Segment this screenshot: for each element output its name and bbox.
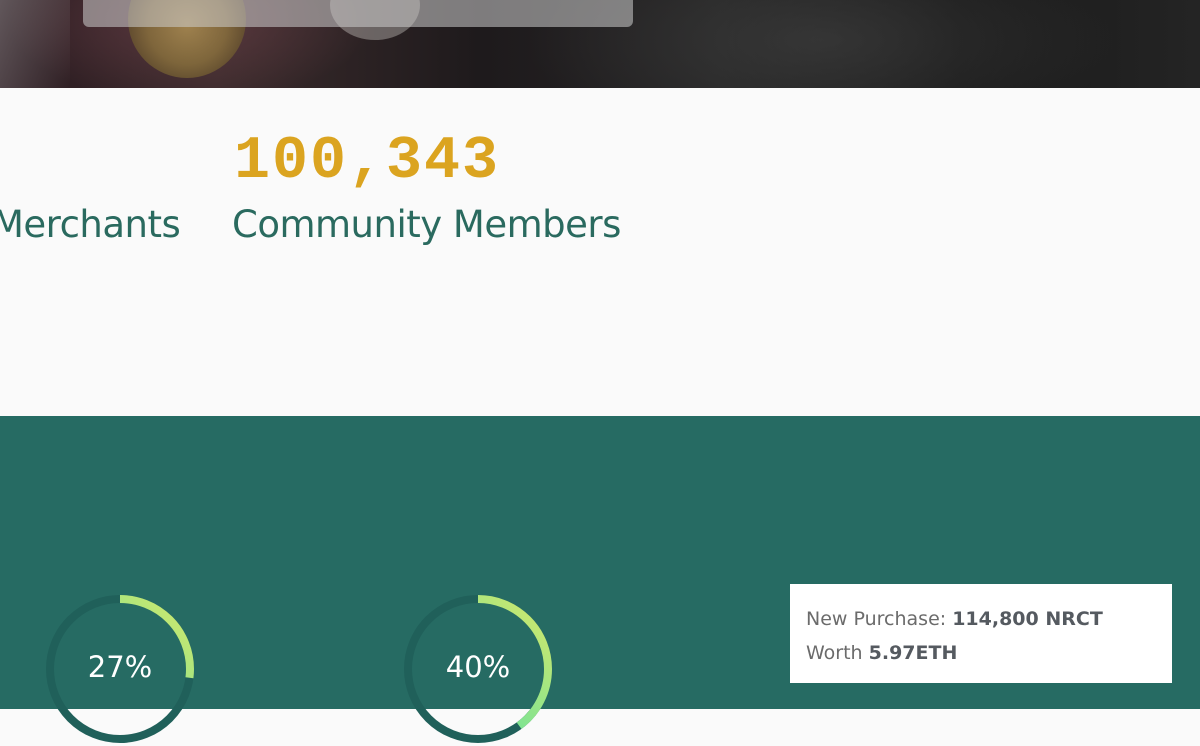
token-sale-section: 27% 40% New Purchase: 114,800 NRCT Worth… xyxy=(0,416,1200,743)
stats-section: Merchants 100,343 Community Members xyxy=(0,88,1200,416)
hero-caption-card xyxy=(83,0,633,27)
worth-line: Worth 5.97ETH xyxy=(806,636,1156,670)
community-label: Community Members xyxy=(232,203,621,246)
hero-banner-image xyxy=(0,0,1200,88)
purchase-prefix: New Purchase: xyxy=(806,608,953,630)
merchants-label: Merchants xyxy=(0,203,181,246)
community-count: 100,343 xyxy=(234,128,501,196)
purchase-line: New Purchase: 114,800 NRCT xyxy=(806,602,1156,636)
progress-percent: 27% xyxy=(87,650,153,684)
purchase-worth: 5.97ETH xyxy=(868,642,958,664)
new-purchase-notification: New Purchase: 114,800 NRCT Worth 5.97ETH xyxy=(790,584,1172,683)
hero-sheen xyxy=(0,0,70,88)
progress-ring: 40% xyxy=(401,592,555,746)
progress-percent: 40% xyxy=(445,650,511,684)
worth-prefix: Worth xyxy=(806,642,869,664)
progress-ring: 27% xyxy=(43,592,197,746)
purchase-amount: 114,800 NRCT xyxy=(952,608,1103,630)
